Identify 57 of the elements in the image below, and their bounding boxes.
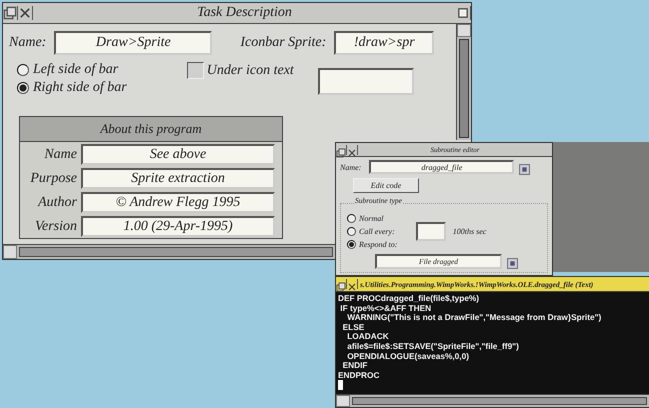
name-label: Name: xyxy=(9,35,46,51)
back-icon[interactable] xyxy=(3,6,18,20)
code-line: afile$=file$:SETSAVE("SpriteFile","file_ff9") xyxy=(346,342,520,352)
info-field: See above xyxy=(81,144,275,165)
code-line: ENDPROC xyxy=(338,370,380,380)
radio-button[interactable] xyxy=(17,64,29,76)
iconbar-sprite-label: Iconbar Sprite: xyxy=(240,35,326,51)
interval-field[interactable] xyxy=(416,222,446,241)
info-label: Author xyxy=(36,194,78,210)
option-label: Call every: xyxy=(359,227,395,236)
code-line: LOADACK xyxy=(346,332,390,342)
info-field: 1.00 (29-Apr-1995) xyxy=(81,216,275,237)
close-icon[interactable] xyxy=(18,6,33,20)
scroll-thumb[interactable] xyxy=(352,397,647,405)
code-line: WARNING("This is not a DrawFile","Message from Draw}Sprite") xyxy=(346,313,602,323)
toggle-size-icon[interactable] xyxy=(456,6,471,20)
info-field: © Andrew Flegg 1995 xyxy=(81,192,275,213)
unit-label: 100ths sec xyxy=(452,227,486,236)
info-label: Purpose xyxy=(29,170,78,186)
code-line: IF type%<>&AFF THEN xyxy=(339,304,432,314)
radio-button[interactable] xyxy=(347,214,356,223)
name-field[interactable]: dragged_file xyxy=(369,160,514,174)
radio-button[interactable] xyxy=(17,82,29,94)
checkbox[interactable] xyxy=(186,62,204,79)
option-label: Respond to: xyxy=(359,240,398,249)
iconbar-sprite-field[interactable]: !draw>spr xyxy=(334,31,434,55)
text-field[interactable] xyxy=(318,68,414,95)
radio-button[interactable] xyxy=(347,240,356,249)
back-icon[interactable] xyxy=(336,144,347,154)
info-label: Version xyxy=(34,218,78,234)
code-line: DEF PROCdragged_file(file$,type%) xyxy=(338,294,480,304)
panel-heading: About this program xyxy=(20,117,282,142)
option-label: Left side of bar xyxy=(33,62,118,78)
window-title: Task Description xyxy=(196,5,293,21)
name-field[interactable]: Draw>Sprite xyxy=(54,31,212,55)
code-line: ENDIF xyxy=(342,361,368,371)
option-label: Right side of bar xyxy=(33,80,127,96)
edit-code-button[interactable]: Edit code xyxy=(353,178,419,193)
close-icon[interactable] xyxy=(347,279,358,289)
info-field: Sprite extraction xyxy=(81,168,275,189)
scroll-thumb[interactable] xyxy=(459,39,469,138)
code-line: OPENDIALOGUE(saveas%,0,0) xyxy=(346,352,469,362)
name-label: Name: xyxy=(340,162,362,172)
close-icon[interactable] xyxy=(347,144,358,154)
menu-icon[interactable] xyxy=(519,162,530,172)
vertical-scrollbar[interactable] xyxy=(456,24,471,140)
checkbox-label: Under icon text xyxy=(206,62,294,78)
menu-icon[interactable] xyxy=(507,256,518,267)
text-cursor xyxy=(338,380,343,390)
option-label: Normal xyxy=(359,214,384,223)
back-icon[interactable] xyxy=(336,279,347,289)
scroll-thumb[interactable] xyxy=(19,247,333,257)
horizontal-scrollbar[interactable] xyxy=(3,244,335,259)
radio-button[interactable] xyxy=(347,227,356,236)
info-label: Name xyxy=(43,146,78,162)
code-line: ELSE xyxy=(342,322,364,332)
horizontal-scrollbar[interactable] xyxy=(336,394,649,407)
